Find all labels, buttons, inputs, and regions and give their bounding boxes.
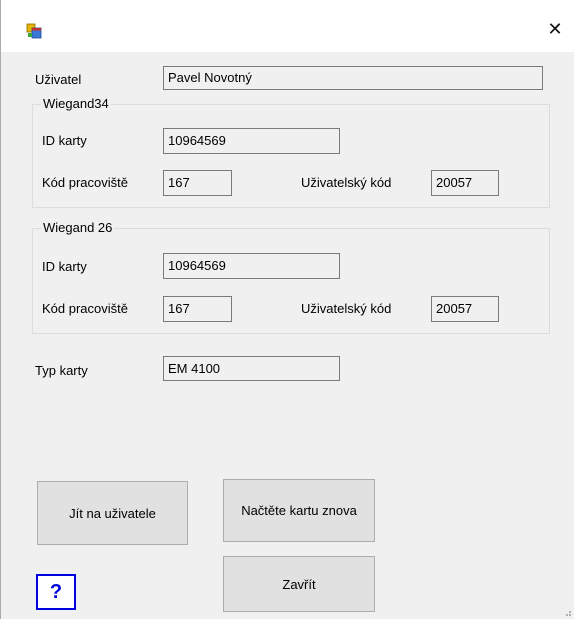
help-button[interactable]: ?	[36, 574, 76, 610]
close-icon: ✕	[547, 18, 563, 40]
close-window-button[interactable]: ✕	[535, 14, 574, 44]
w34-site-code-label: Kód pracoviště	[42, 175, 128, 190]
go-to-user-label: Jít na uživatele	[69, 505, 156, 521]
user-field[interactable]: Pavel Novotný	[163, 66, 543, 90]
go-to-user-button[interactable]: Jít na uživatele	[37, 481, 188, 545]
w26-user-code-field[interactable]: 20057	[431, 296, 499, 322]
read-card-again-button[interactable]: Načtěte kartu znova	[223, 479, 375, 542]
card-type-field[interactable]: EM 4100	[163, 356, 340, 381]
w34-site-code-field[interactable]: 167	[163, 170, 232, 196]
card-info-window: ✕ Uživatel Pavel Novotný Wiegand34 ID ka…	[0, 0, 574, 619]
close-button[interactable]: Zavřít	[223, 556, 375, 612]
w34-card-id-label: ID karty	[42, 133, 87, 148]
help-icon: ?	[49, 580, 63, 603]
close-label: Zavřít	[282, 576, 316, 592]
w34-card-id-field[interactable]: 10964569	[163, 128, 340, 154]
wiegand34-title: Wiegand34	[41, 96, 111, 112]
w26-site-code-field[interactable]: 167	[163, 296, 232, 322]
w34-user-code-label: Uživatelský kód	[301, 175, 392, 190]
w34-user-code-field[interactable]: 20057	[431, 170, 499, 196]
w26-site-code-label: Kód pracoviště	[42, 301, 128, 316]
app-window-icon	[26, 23, 42, 39]
card-type-label: Typ karty	[35, 363, 88, 378]
wiegand26-title: Wiegand 26	[41, 220, 115, 236]
w26-card-id-label: ID karty	[42, 259, 87, 274]
read-card-again-label: Načtěte kartu znova	[241, 503, 357, 518]
w26-user-code-label: Uživatelský kód	[301, 301, 392, 316]
resize-grip-icon[interactable]	[562, 607, 572, 617]
title-bar: ✕	[1, 0, 574, 52]
user-label: Uživatel	[35, 72, 82, 87]
w26-card-id-field[interactable]: 10964569	[163, 253, 340, 279]
